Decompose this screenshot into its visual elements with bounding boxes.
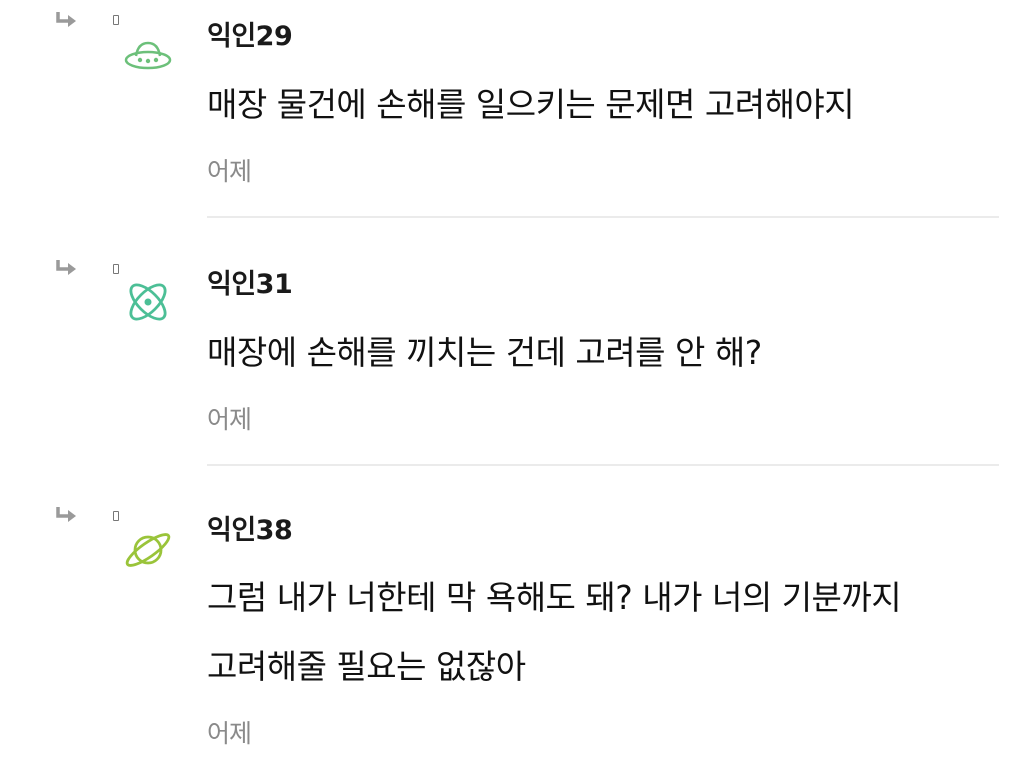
comment-text: 매장 물건에 손해를 일으키는 문제면 고려해야지: [207, 85, 855, 124]
comment-text-line-2: 고려해줄 필요는 없잖아: [207, 647, 526, 686]
planet-icon: [125, 533, 171, 567]
divider: [207, 464, 999, 466]
comment-time: 어제: [207, 405, 252, 434]
comment-author[interactable]: 익인31: [207, 262, 293, 301]
comment-author[interactable]: 익인38: [207, 508, 293, 547]
comment-text-line-1: 그럼 내가 너한테 막 욕해도 돼? 내가 너의 기분까지: [207, 578, 902, 617]
divider: [207, 216, 999, 218]
bookmark-icon[interactable]: [113, 264, 119, 274]
reply-arrow-icon: [56, 12, 76, 27]
comment-time: 어제: [207, 157, 252, 186]
comment-author[interactable]: 익인29: [207, 14, 293, 53]
bookmark-icon[interactable]: [113, 511, 119, 521]
ufo-icon: [124, 41, 172, 70]
atom-icon: [129, 283, 167, 321]
reply-arrow-icon: [56, 260, 76, 275]
reply-arrow-icon: [56, 507, 76, 522]
comment-text: 매장에 손해를 끼치는 건데 고려를 안 해?: [207, 333, 762, 372]
comment-time: 어제: [207, 719, 252, 748]
bookmark-icon[interactable]: [113, 15, 119, 25]
